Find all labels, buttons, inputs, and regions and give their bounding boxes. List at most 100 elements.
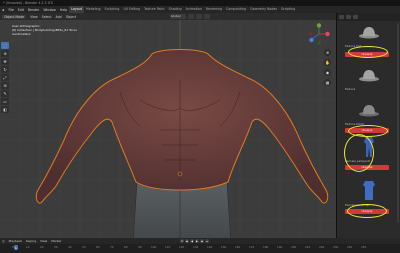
current-frame-indicator[interactable]: 1 xyxy=(14,245,18,250)
menu-select[interactable]: Select xyxy=(40,15,54,19)
menu-keying[interactable]: Keying xyxy=(24,239,38,243)
menu-edit[interactable]: Edit xyxy=(16,8,26,12)
annotate-icon[interactable]: ✎ xyxy=(1,90,9,97)
tab-compositing[interactable]: Compositing xyxy=(224,6,248,13)
asset-item[interactable]: Unequip xyxy=(345,46,393,58)
asset-item[interactable]: Fedora black Unequip xyxy=(345,99,393,137)
blender-window: * (Unsaved) - Blender 4.2.3 LTS ◈ File E… xyxy=(0,0,400,253)
asset-sidebar: Fedora hat Unequip Fedora Fedora black U… xyxy=(336,13,400,238)
playback-controls: ⏮ ◆ ◀ ▶ ◆ ⏭ xyxy=(180,239,209,243)
menu-file[interactable]: File xyxy=(6,8,15,12)
camera-icon[interactable]: ◉ xyxy=(324,69,331,76)
hat-icon xyxy=(355,64,383,86)
navigation-gizmo[interactable] xyxy=(308,23,330,45)
character-model[interactable] xyxy=(0,40,336,238)
timeline-tick: 40 xyxy=(68,245,72,249)
tab-layout[interactable]: Layout xyxy=(69,6,85,13)
play-icon[interactable]: ▶ xyxy=(195,239,199,243)
tab-sculpting[interactable]: Sculpting xyxy=(103,6,122,13)
play-reverse-icon[interactable]: ◀ xyxy=(190,239,194,243)
timeline-tick: 230 xyxy=(333,245,339,249)
select-icon[interactable]: ⬚ xyxy=(1,42,9,49)
zoom-icon[interactable]: ⊕ xyxy=(324,49,331,56)
timeline-tick: 120 xyxy=(179,245,185,249)
viewport-header: Object Mode View Select Add Object xyxy=(0,13,336,20)
tab-scripting[interactable]: Scripting xyxy=(279,6,297,13)
scale-icon[interactable]: ⤢ xyxy=(1,74,9,81)
tab-geometry-nodes[interactable]: Geometry Nodes xyxy=(248,6,279,13)
timeline-tick: 70 xyxy=(110,245,114,249)
sidebar-tool-icon[interactable] xyxy=(339,15,344,19)
menu-view-timeline[interactable]: View xyxy=(38,239,49,243)
timeline-tick: 20 xyxy=(40,245,44,249)
asset-item[interactable]: Female jumpsuit Unequip xyxy=(344,134,393,172)
move-icon[interactable]: ✥ xyxy=(1,58,9,65)
3d-viewport[interactable]: ⬚ ⊕ ✥ ↻ ⤢ ⊞ ✎ ▭ ◧ User Orthographic (0) … xyxy=(0,20,336,238)
proportional-edit-icon[interactable] xyxy=(204,14,210,19)
pan-icon[interactable]: ✋ xyxy=(324,59,331,66)
jump-end-icon[interactable]: ⏭ xyxy=(205,239,209,243)
highlight-circle xyxy=(347,204,387,218)
sidebar-tool-icon[interactable] xyxy=(346,15,351,19)
timeline-tick: 170 xyxy=(249,245,255,249)
prev-key-icon[interactable]: ◆ xyxy=(185,239,189,243)
transform-icon[interactable]: ⊞ xyxy=(1,82,9,89)
top-menu-bar: ◈ File Edit Render Window Help Layout Mo… xyxy=(0,6,400,13)
menu-marker[interactable]: Marker xyxy=(49,239,63,243)
highlight-circle xyxy=(344,134,374,172)
timeline-tick: 30 xyxy=(54,245,58,249)
asset-item[interactable]: Fedora xyxy=(345,64,393,91)
timeline-tick: 60 xyxy=(96,245,100,249)
pivot-icon[interactable] xyxy=(188,14,194,19)
hat-icon xyxy=(355,21,383,43)
next-key-icon[interactable]: ◆ xyxy=(200,239,204,243)
snap-icon[interactable] xyxy=(196,14,202,19)
timeline-tick: 90 xyxy=(138,245,142,249)
menu-playback[interactable]: Playback xyxy=(7,239,24,243)
tab-texture-paint[interactable]: Texture Paint xyxy=(142,6,167,13)
timeline-tick: 190 xyxy=(277,245,283,249)
viewport-header-tools: Global xyxy=(170,14,210,19)
timeline-tick: 100 xyxy=(151,245,157,249)
menu-add[interactable]: Add xyxy=(54,15,64,19)
timeline-tick: 80 xyxy=(124,245,128,249)
timeline-tick: 140 xyxy=(207,245,213,249)
timeline-tick: 240 xyxy=(347,245,353,249)
menu-object[interactable]: Object xyxy=(64,15,78,19)
menu-help[interactable]: Help xyxy=(58,8,69,12)
timeline-editor-icon[interactable]: ◷ xyxy=(0,239,7,243)
asset-item[interactable]: Female tank top Unequip xyxy=(345,180,393,218)
mode-selector[interactable]: Object Mode xyxy=(2,14,27,19)
timeline-tick: 130 xyxy=(193,245,199,249)
timeline-ruler[interactable]: 0 10 20 30 40 50 60 70 80 90 100 110 120… xyxy=(0,244,400,253)
sidebar-tool-icon[interactable] xyxy=(353,15,358,19)
measure-icon[interactable]: ▭ xyxy=(1,98,9,105)
timeline-tick: 200 xyxy=(291,245,297,249)
timeline-tick: 180 xyxy=(263,245,269,249)
menu-window[interactable]: Window xyxy=(41,8,58,12)
add-cube-icon[interactable]: ◧ xyxy=(1,106,9,113)
sidebar-scrollbar[interactable] xyxy=(397,23,399,223)
timeline-tick: 220 xyxy=(319,245,325,249)
timeline-tick: 150 xyxy=(221,245,227,249)
tab-shading[interactable]: Shading xyxy=(167,6,184,13)
timeline-tick: 160 xyxy=(235,245,241,249)
tab-animation[interactable]: Animation xyxy=(184,6,204,13)
timeline-tick: 50 xyxy=(82,245,86,249)
rotate-icon[interactable]: ↻ xyxy=(1,66,9,73)
tool-shelf: ⬚ ⊕ ✥ ↻ ⤢ ⊞ ✎ ▭ ◧ xyxy=(1,42,9,113)
tab-modeling[interactable]: Modeling xyxy=(84,6,103,13)
cursor-icon[interactable]: ⊕ xyxy=(1,50,9,57)
tab-uv-editing[interactable]: UV Editing xyxy=(121,6,142,13)
menu-view[interactable]: View xyxy=(28,15,40,19)
transform-orientation-dropdown[interactable]: Global xyxy=(170,14,186,19)
window-title: * (Unsaved) - Blender 4.2.3 LTS xyxy=(3,1,53,5)
jump-start-icon[interactable]: ⏮ xyxy=(180,239,184,243)
tab-rendering[interactable]: Rendering xyxy=(204,6,224,13)
hat-icon xyxy=(355,99,383,121)
menu-render[interactable]: Render xyxy=(26,8,41,12)
torso-mesh xyxy=(35,49,329,204)
timeline-tick: 10 xyxy=(26,245,30,249)
grid-icon[interactable]: ▦ xyxy=(324,79,331,86)
asset-item[interactable]: Fedora hat xyxy=(345,21,393,48)
